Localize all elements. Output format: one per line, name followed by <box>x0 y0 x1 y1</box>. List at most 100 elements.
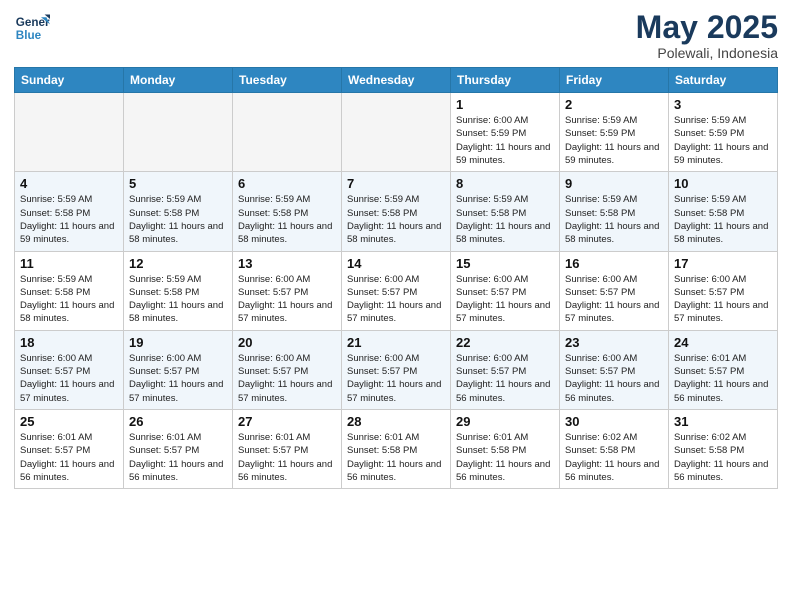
day-info: Sunrise: 6:00 AM Sunset: 5:57 PM Dayligh… <box>565 352 663 405</box>
day-number: 31 <box>674 414 772 429</box>
table-row: 22 Sunrise: 6:00 AM Sunset: 5:57 PM Dayli… <box>451 330 560 409</box>
table-row: 12Sunrise: 5:59 AM Sunset: 5:58 PM Dayli… <box>124 251 233 330</box>
day-info: Sunrise: 6:01 AM Sunset: 5:57 PM Dayligh… <box>238 431 336 484</box>
day-number: 21 <box>347 335 445 350</box>
day-info: Sunrise: 6:00 AM Sunset: 5:57 PM Dayligh… <box>674 273 772 326</box>
header-tuesday: Tuesday <box>233 68 342 93</box>
day-number: 20 <box>238 335 336 350</box>
title-block: May 2025 Polewali, Indonesia <box>636 10 778 61</box>
calendar-week-row: 25 Sunrise: 6:01 AM Sunset: 5:57 PM Dayli… <box>15 409 778 488</box>
day-number: 27 <box>238 414 336 429</box>
day-info: Sunrise: 6:01 AM Sunset: 5:57 PM Dayligh… <box>674 352 772 405</box>
day-number: 7 <box>347 176 445 191</box>
table-row: 10 Sunrise: 5:59 AM Sunset: 5:58 PM Dayli… <box>669 172 778 251</box>
day-info: Sunrise: 6:00 AM Sunset: 5:57 PM Dayligh… <box>565 273 663 326</box>
day-info: Sunrise: 5:59 AM Sunset: 5:58 PM Dayligh… <box>20 273 118 326</box>
day-number: 4 <box>20 176 118 191</box>
table-row: 27 Sunrise: 6:01 AM Sunset: 5:57 PM Dayli… <box>233 409 342 488</box>
table-row: 18 Sunrise: 6:00 AM Sunset: 5:57 PM Dayli… <box>15 330 124 409</box>
calendar-week-row: 18 Sunrise: 6:00 AM Sunset: 5:57 PM Dayli… <box>15 330 778 409</box>
logo: General Blue <box>14 10 50 46</box>
table-row: 30 Sunrise: 6:02 AM Sunset: 5:58 PM Dayli… <box>560 409 669 488</box>
logo-icon: General Blue <box>14 10 50 46</box>
day-number: 26 <box>129 414 227 429</box>
table-row: 23 Sunrise: 6:00 AM Sunset: 5:57 PM Dayli… <box>560 330 669 409</box>
table-row: 26 Sunrise: 6:01 AM Sunset: 5:57 PM Dayli… <box>124 409 233 488</box>
table-row <box>233 93 342 172</box>
day-info: Sunrise: 6:00 AM Sunset: 5:59 PM Dayligh… <box>456 114 554 167</box>
day-number: 8 <box>456 176 554 191</box>
day-info: Sunrise: 6:00 AM Sunset: 5:57 PM Dayligh… <box>20 352 118 405</box>
day-number: 11 <box>20 256 118 271</box>
table-row: 16 Sunrise: 6:00 AM Sunset: 5:57 PM Dayli… <box>560 251 669 330</box>
day-info: Sunrise: 6:01 AM Sunset: 5:58 PM Dayligh… <box>347 431 445 484</box>
day-number: 19 <box>129 335 227 350</box>
day-info: Sunrise: 6:02 AM Sunset: 5:58 PM Dayligh… <box>674 431 772 484</box>
day-number: 18 <box>20 335 118 350</box>
table-row: 7 Sunrise: 5:59 AM Sunset: 5:58 PM Daylig… <box>342 172 451 251</box>
day-info: Sunrise: 5:59 AM Sunset: 5:58 PM Dayligh… <box>456 193 554 246</box>
table-row <box>124 93 233 172</box>
table-row: 20Sunrise: 6:00 AM Sunset: 5:57 PM Dayli… <box>233 330 342 409</box>
calendar-week-row: 11 Sunrise: 5:59 AM Sunset: 5:58 PM Dayli… <box>15 251 778 330</box>
day-info: Sunrise: 6:00 AM Sunset: 5:57 PM Dayligh… <box>456 273 554 326</box>
day-info: Sunrise: 6:01 AM Sunset: 5:57 PM Dayligh… <box>129 431 227 484</box>
day-info: Sunrise: 6:00 AM Sunset: 5:57 PM Dayligh… <box>347 352 445 405</box>
day-number: 16 <box>565 256 663 271</box>
day-info: Sunrise: 5:59 AM Sunset: 5:58 PM Dayligh… <box>129 193 227 246</box>
day-number: 30 <box>565 414 663 429</box>
table-row: 21 Sunrise: 6:00 AM Sunset: 5:57 PM Dayli… <box>342 330 451 409</box>
table-row: 3 Sunrise: 5:59 AM Sunset: 5:59 PM Daylig… <box>669 93 778 172</box>
day-number: 3 <box>674 97 772 112</box>
header: General Blue May 2025 Polewali, Indonesi… <box>14 10 778 61</box>
header-wednesday: Wednesday <box>342 68 451 93</box>
day-number: 15 <box>456 256 554 271</box>
day-number: 25 <box>20 414 118 429</box>
day-number: 28 <box>347 414 445 429</box>
table-row: 6Sunrise: 5:59 AM Sunset: 5:58 PM Daylig… <box>233 172 342 251</box>
day-info: Sunrise: 5:59 AM Sunset: 5:59 PM Dayligh… <box>674 114 772 167</box>
table-row: 31 Sunrise: 6:02 AM Sunset: 5:58 PM Dayli… <box>669 409 778 488</box>
table-row: 13 Sunrise: 6:00 AM Sunset: 5:57 PM Dayli… <box>233 251 342 330</box>
day-info: Sunrise: 5:59 AM Sunset: 5:59 PM Dayligh… <box>565 114 663 167</box>
weekday-header-row: Sunday Monday Tuesday Wednesday Thursday… <box>15 68 778 93</box>
day-number: 1 <box>456 97 554 112</box>
table-row: 29 Sunrise: 6:01 AM Sunset: 5:58 PM Dayli… <box>451 409 560 488</box>
day-number: 13 <box>238 256 336 271</box>
day-number: 9 <box>565 176 663 191</box>
location: Polewali, Indonesia <box>636 45 778 61</box>
day-number: 17 <box>674 256 772 271</box>
day-number: 29 <box>456 414 554 429</box>
table-row: 5 Sunrise: 5:59 AM Sunset: 5:58 PM Daylig… <box>124 172 233 251</box>
day-info: Sunrise: 6:02 AM Sunset: 5:58 PM Dayligh… <box>565 431 663 484</box>
table-row: 19 Sunrise: 6:00 AM Sunset: 5:57 PM Dayli… <box>124 330 233 409</box>
table-row: 25Sunrise: 6:01 AM Sunset: 5:57 PM Dayli… <box>15 409 124 488</box>
day-number: 10 <box>674 176 772 191</box>
day-info: Sunrise: 6:01 AM Sunset: 5:58 PM Dayligh… <box>456 431 554 484</box>
day-number: 14 <box>347 256 445 271</box>
day-number: 22 <box>456 335 554 350</box>
month-title: May 2025 <box>636 10 778 45</box>
day-number: 5 <box>129 176 227 191</box>
day-info: Sunrise: 5:59 AM Sunset: 5:58 PM Dayligh… <box>347 193 445 246</box>
day-info: Sunrise: 5:59 AM Sunset: 5:58 PM Dayligh… <box>129 273 227 326</box>
calendar-week-row: 1 Sunrise: 6:00 AM Sunset: 5:59 PM Daylig… <box>15 93 778 172</box>
svg-text:Blue: Blue <box>16 29 42 42</box>
header-sunday: Sunday <box>15 68 124 93</box>
day-info: Sunrise: 6:00 AM Sunset: 5:57 PM Dayligh… <box>238 273 336 326</box>
table-row: 24Sunrise: 6:01 AM Sunset: 5:57 PM Dayli… <box>669 330 778 409</box>
header-monday: Monday <box>124 68 233 93</box>
day-info: Sunrise: 5:59 AM Sunset: 5:58 PM Dayligh… <box>674 193 772 246</box>
day-number: 2 <box>565 97 663 112</box>
header-friday: Friday <box>560 68 669 93</box>
header-saturday: Saturday <box>669 68 778 93</box>
day-info: Sunrise: 5:59 AM Sunset: 5:58 PM Dayligh… <box>565 193 663 246</box>
table-row: 9 Sunrise: 5:59 AM Sunset: 5:58 PM Daylig… <box>560 172 669 251</box>
calendar-table: Sunday Monday Tuesday Wednesday Thursday… <box>14 67 778 489</box>
page: General Blue May 2025 Polewali, Indonesi… <box>0 0 792 612</box>
day-info: Sunrise: 6:00 AM Sunset: 5:57 PM Dayligh… <box>456 352 554 405</box>
table-row: 14Sunrise: 6:00 AM Sunset: 5:57 PM Dayli… <box>342 251 451 330</box>
day-number: 23 <box>565 335 663 350</box>
day-info: Sunrise: 6:00 AM Sunset: 5:57 PM Dayligh… <box>129 352 227 405</box>
table-row <box>342 93 451 172</box>
